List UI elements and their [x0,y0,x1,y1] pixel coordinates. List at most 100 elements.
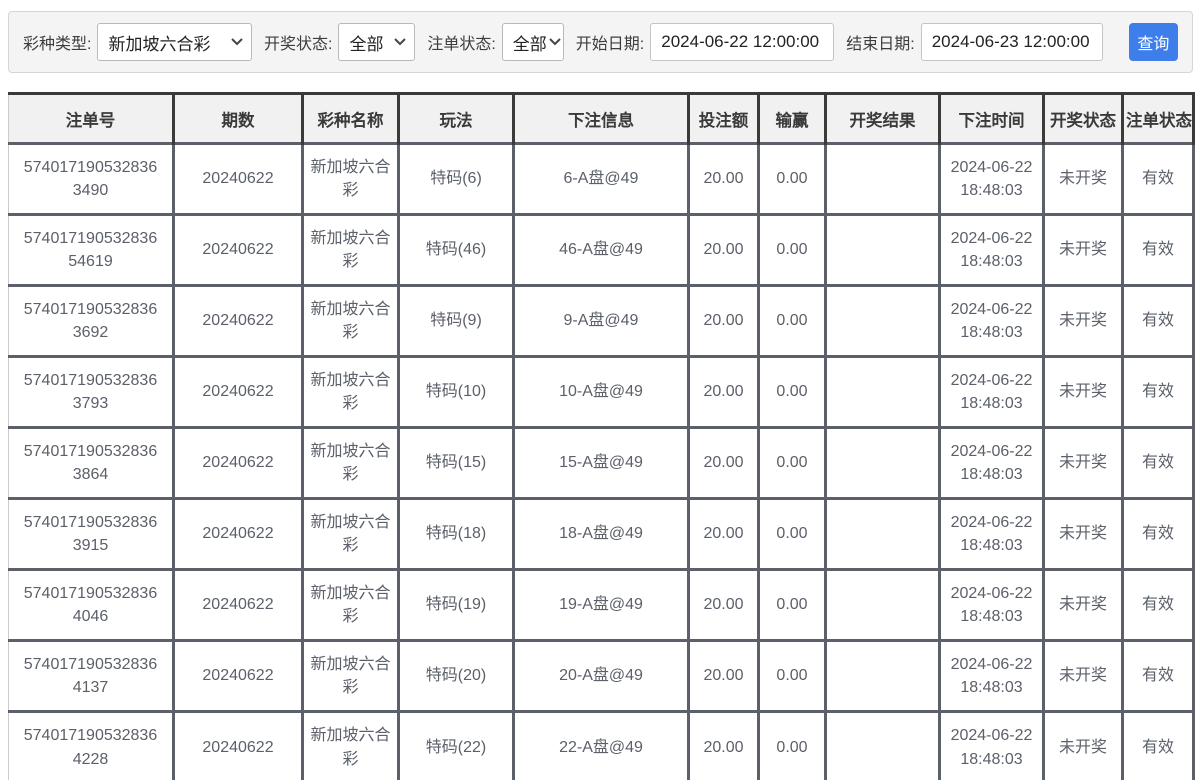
cell-bet-status: 有效 [1122,639,1195,712]
cell-period: 20240622 [173,710,304,780]
cell-lottery-name: 新加坡六合彩 [302,426,400,499]
cell-draw-result [825,284,941,357]
query-button[interactable]: 查询 [1128,23,1178,61]
cell-bet-info: 18-A盘@49 [513,497,690,570]
cell-draw-status: 未开奖 [1043,426,1124,499]
table-row: 5740171905328363915 20240622 新加坡六合彩 特码(18) 1… [8,497,1195,570]
draw-status-label: 开奖状态: [264,36,333,53]
col-header-draw-status: 开奖状态 [1043,92,1124,144]
table-row: 57401719053283654619 20240622 新加坡六合彩 特码(46)… [8,213,1195,286]
draw-status-select[interactable]: 全部 [338,23,416,61]
cell-bet-time: 2024-06-22 18:48:03 [939,355,1045,428]
cell-period: 20240622 [173,568,304,641]
cell-bet-info: 46-A盘@49 [513,213,690,286]
cell-play-type: 特码(9) [398,284,515,357]
cell-bet-amount: 20.00 [688,639,760,712]
cell-bet-amount: 20.00 [688,213,760,286]
cell-play-type: 特码(22) [398,710,515,780]
cell-bet-status: 有效 [1122,497,1195,570]
cell-draw-result [825,639,941,712]
cell-lottery-name: 新加坡六合彩 [302,355,400,428]
bet-records-table: 注单号 期数 彩种名称 玩法 下注信息 投注额 输赢 开奖结果 下注时间 开奖状… [8,92,1195,780]
table-header: 注单号 期数 彩种名称 玩法 下注信息 投注额 输赢 开奖结果 下注时间 开奖状… [8,92,1195,144]
cell-bet-id: 5740171905328363793 [8,355,175,428]
cell-bet-status: 有效 [1122,568,1195,641]
cell-bet-amount: 20.00 [688,568,760,641]
chevron-down-icon [231,38,243,46]
cell-draw-status: 未开奖 [1043,284,1124,357]
bet-status-value: 全部 [512,34,547,54]
cell-bet-id: 5740171905328363864 [8,426,175,499]
cell-win-loss: 0.00 [758,568,827,641]
cell-bet-amount: 20.00 [688,497,760,570]
start-date-input[interactable] [650,23,835,61]
filter-bar: 彩种类型: 新加坡六合彩 开奖状态: 全部 注单状态: 全部 开始日期: 结束日… [8,11,1193,73]
cell-period: 20240622 [173,142,304,215]
cell-win-loss: 0.00 [758,355,827,428]
cell-draw-result [825,568,941,641]
cell-bet-info: 9-A盘@49 [513,284,690,357]
col-header-bet-info: 下注信息 [513,92,690,144]
table-row: 5740171905328364228 20240622 新加坡六合彩 特码(22) 2… [8,710,1195,780]
cell-draw-status: 未开奖 [1043,355,1124,428]
cell-bet-id: 5740171905328363490 [8,142,175,215]
end-date-input[interactable] [920,23,1103,61]
cell-draw-result [825,426,941,499]
cell-play-type: 特码(20) [398,639,515,712]
cell-bet-info: 6-A盘@49 [513,142,690,215]
chevron-down-icon [549,38,561,46]
table-row: 5740171905328363793 20240622 新加坡六合彩 特码(10) 1… [8,355,1195,428]
cell-lottery-name: 新加坡六合彩 [302,497,400,570]
cell-bet-status: 有效 [1122,142,1195,215]
chevron-down-icon [394,38,407,46]
cell-bet-time: 2024-06-22 18:48:03 [939,284,1045,357]
cell-bet-time: 2024-06-22 18:48:03 [939,497,1045,570]
cell-bet-amount: 20.00 [688,284,760,357]
cell-win-loss: 0.00 [758,213,827,286]
draw-status-value: 全部 [349,34,384,54]
start-date-label: 开始日期: [575,36,645,53]
cell-bet-status: 有效 [1122,284,1195,357]
table-row: 5740171905328363692 20240622 新加坡六合彩 特码(9) 9-… [8,284,1195,357]
cell-period: 20240622 [173,497,304,570]
col-header-bet-status: 注单状态 [1122,92,1195,144]
cell-bet-amount: 20.00 [688,426,760,499]
header-row: 注单号 期数 彩种名称 玩法 下注信息 投注额 输赢 开奖结果 下注时间 开奖状… [8,92,1195,144]
cell-bet-id: 5740171905328363692 [8,284,175,357]
cell-lottery-name: 新加坡六合彩 [302,639,400,712]
cell-bet-time: 2024-06-22 18:48:03 [939,426,1045,499]
cell-period: 20240622 [173,426,304,499]
cell-period: 20240622 [173,213,304,286]
col-header-period: 期数 [173,92,304,144]
cell-bet-id: 5740171905328364228 [8,710,175,780]
cell-draw-status: 未开奖 [1043,568,1124,641]
cell-period: 20240622 [173,355,304,428]
cell-lottery-name: 新加坡六合彩 [302,142,400,215]
cell-bet-amount: 20.00 [688,355,760,428]
cell-bet-time: 2024-06-22 18:48:03 [939,142,1045,215]
cell-bet-amount: 20.00 [688,710,760,780]
cell-bet-id: 5740171905328363915 [8,497,175,570]
cell-period: 20240622 [173,639,304,712]
cell-bet-info: 19-A盘@49 [513,568,690,641]
lottery-type-select[interactable]: 新加坡六合彩 [97,23,253,61]
table-row: 5740171905328364046 20240622 新加坡六合彩 特码(19) 1… [8,568,1195,641]
cell-bet-id: 57401719053283654619 [8,213,175,286]
end-date-label: 结束日期: [846,36,915,53]
col-header-bet-amount: 投注额 [688,92,760,144]
bet-status-label: 注单状态: [427,36,496,53]
cell-play-type: 特码(19) [398,568,515,641]
cell-bet-info: 15-A盘@49 [513,426,690,499]
lottery-type-label: 彩种类型: [23,36,92,53]
cell-bet-time: 2024-06-22 18:48:03 [939,710,1045,780]
cell-bet-status: 有效 [1122,355,1195,428]
cell-play-type: 特码(6) [398,142,515,215]
cell-draw-status: 未开奖 [1043,639,1124,712]
cell-draw-status: 未开奖 [1043,710,1124,780]
bet-status-select[interactable]: 全部 [501,23,564,61]
cell-draw-result [825,497,941,570]
table-row: 5740171905328363490 20240622 新加坡六合彩 特码(6) 6-… [8,142,1195,215]
cell-bet-info: 22-A盘@49 [513,710,690,780]
cell-draw-result [825,142,941,215]
cell-bet-status: 有效 [1122,213,1195,286]
